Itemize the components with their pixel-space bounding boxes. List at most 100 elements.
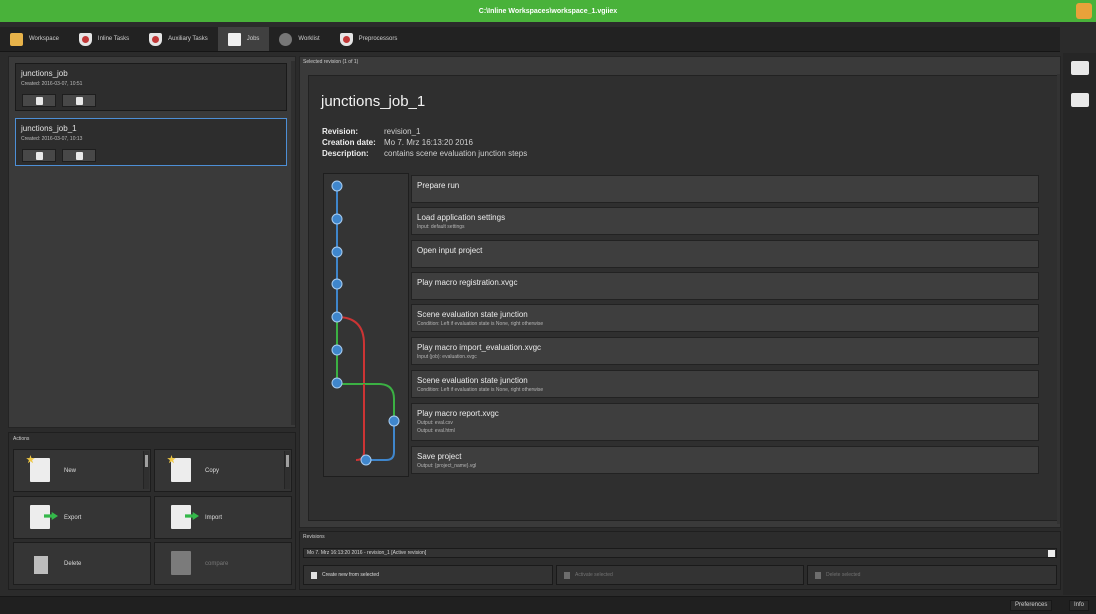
jobs-list-panel: junctions_job Created: 2016-03-07, 10:51… [8, 56, 296, 428]
job-open-button[interactable] [22, 149, 56, 162]
comment-icon[interactable] [1071, 93, 1089, 107]
creation-value: Mo 7. Mrz 16:13:20 2016 [384, 138, 473, 147]
flow-node[interactable] [360, 454, 372, 466]
save-icon [75, 96, 83, 105]
step-junction-2[interactable]: Scene evaluation state junction Conditio… [411, 370, 1039, 398]
tab-label: Auxiliary Tasks [168, 36, 208, 42]
document-icon [227, 32, 241, 46]
flow-node[interactable] [331, 311, 343, 323]
selected-revision-panel: Selected revision (1 of 1) junctions_job… [299, 56, 1061, 528]
tab-auxiliary-tasks[interactable]: Auxiliary Tasks [139, 27, 218, 51]
flow-graph-svg [331, 180, 400, 466]
compare-label: compare [205, 561, 229, 567]
step-load-settings[interactable]: Load application settings Input: default… [411, 207, 1039, 235]
job-title: junctions_job [21, 69, 68, 78]
delete-button[interactable]: Delete [13, 542, 151, 585]
document-icon [35, 96, 43, 105]
new-dropdown[interactable] [143, 451, 149, 489]
job-card-selected[interactable]: junctions_job_1 Created: 2016-03-07, 10:… [15, 118, 287, 166]
import-button[interactable]: Import [154, 496, 292, 539]
tab-label: Jobs [246, 36, 260, 42]
jobs-scrollbar[interactable] [291, 61, 295, 425]
preferences-button[interactable]: Preferences [1010, 600, 1053, 611]
step-junction-1[interactable]: Scene evaluation state junction Conditio… [411, 304, 1039, 332]
new-label: New [64, 468, 77, 474]
delete-label: Delete [64, 561, 82, 567]
shield-icon [149, 32, 163, 46]
copy-dropdown[interactable] [284, 451, 290, 489]
tab-label: Inline Tasks [97, 36, 130, 42]
activate-selected-button[interactable]: Activate selected [556, 565, 804, 585]
step-play-registration[interactable]: Play macro registration.xvgc [411, 272, 1039, 300]
job-open-button[interactable] [22, 94, 56, 107]
status-bar: Preferences Info [0, 596, 1096, 614]
step-name: Load application settings [417, 213, 506, 222]
chevron-down-icon[interactable] [1048, 550, 1055, 557]
step-name: Open input project [417, 246, 483, 255]
tab-workspace[interactable]: Workspace [0, 27, 69, 51]
job-save-button[interactable] [62, 94, 96, 107]
right-branch-line [337, 383, 395, 422]
step-name: Scene evaluation state junction [417, 310, 528, 319]
preferences-label: Preferences [1015, 602, 1048, 608]
folder-icon [10, 32, 23, 46]
new-button[interactable]: New [13, 449, 151, 492]
step-prepare-run[interactable]: Prepare run [411, 175, 1039, 203]
create-from-selected-button[interactable]: Create new from selected [303, 565, 553, 585]
gear-icon [279, 32, 293, 46]
message-icon[interactable] [1071, 61, 1089, 75]
info-button[interactable]: Info [1069, 600, 1090, 611]
step-name: Scene evaluation state junction [417, 376, 528, 385]
revision-current: Mo 7. Mrz 16:13:20 2016 - revision_1 [Ac… [307, 550, 427, 556]
tab-label: Workspace [29, 36, 59, 42]
flow-node[interactable] [331, 377, 343, 389]
description-label: Description: [322, 149, 369, 158]
tab-preprocessors[interactable]: Preprocessors [330, 27, 408, 51]
flow-node[interactable] [388, 415, 400, 427]
revision-row: Revision: revision_1 [322, 127, 420, 136]
copy-button[interactable]: Copy [154, 449, 292, 492]
step-detail: Input (job): evaluation.xvgc [417, 354, 477, 360]
compare-button[interactable]: compare [154, 542, 292, 585]
job-name-heading: junctions_job_1 [321, 93, 426, 110]
export-label: Export [64, 515, 82, 521]
step-play-import[interactable]: Play macro import_evaluation.xvgc Input … [411, 337, 1039, 365]
step-open-input[interactable]: Open input project [411, 240, 1039, 268]
revision-select[interactable]: Mo 7. Mrz 16:13:20 2016 - revision_1 [Ac… [303, 548, 1057, 558]
delete-selected-button[interactable]: Delete selected [807, 565, 1057, 585]
document-icon [30, 458, 50, 482]
tab-worklist[interactable]: Worklist [269, 27, 329, 51]
actions-label: Actions [13, 436, 30, 442]
description-row: Description: contains scene evaluation j… [322, 149, 527, 158]
description-value: contains scene evaluation junction steps [384, 149, 528, 158]
job-card[interactable]: junctions_job Created: 2016-03-07, 10:51 [15, 63, 287, 111]
flow-node[interactable] [331, 344, 343, 356]
flow-node[interactable] [331, 278, 343, 290]
export-button[interactable]: Export [13, 496, 151, 539]
merge-line [366, 422, 395, 461]
window-titlebar: C:\Inline Workspaces\workspace_1.vgiiex [0, 0, 1096, 22]
save-icon [75, 151, 83, 160]
step-play-report[interactable]: Play macro report.xvgc Output: eval.csv … [411, 403, 1039, 441]
detail-scrollbar[interactable] [1057, 74, 1060, 524]
tab-inline-tasks[interactable]: Inline Tasks [69, 27, 139, 51]
step-detail: Condition: Left if evaluation state is N… [417, 387, 544, 393]
tab-jobs[interactable]: Jobs [217, 27, 270, 51]
document-icon [35, 151, 43, 160]
job-created: Created: 2016-03-07, 10:13 [21, 136, 83, 142]
step-detail: Input: default settings [417, 224, 465, 230]
job-save-button[interactable] [62, 149, 96, 162]
job-created: Created: 2016-03-07, 10:51 [21, 81, 83, 87]
tab-label: Preprocessors [358, 36, 398, 42]
left-branch-line [336, 316, 365, 461]
main-tab-bar: Workspace Inline Tasks Auxiliary Tasks J… [0, 27, 1060, 52]
tab-label: Worklist [298, 36, 320, 42]
shield-icon [78, 32, 92, 46]
info-label: Info [1074, 602, 1085, 608]
creation-row: Creation date: Mo 7. Mrz 16:13:20 2016 [322, 138, 473, 147]
flow-node[interactable] [331, 180, 343, 192]
step-save-project[interactable]: Save project Output: {project_name}.vgl [411, 446, 1039, 474]
step-detail: Output: {project_name}.vgl [417, 463, 477, 469]
flow-node[interactable] [331, 246, 343, 258]
flow-node[interactable] [331, 213, 343, 225]
